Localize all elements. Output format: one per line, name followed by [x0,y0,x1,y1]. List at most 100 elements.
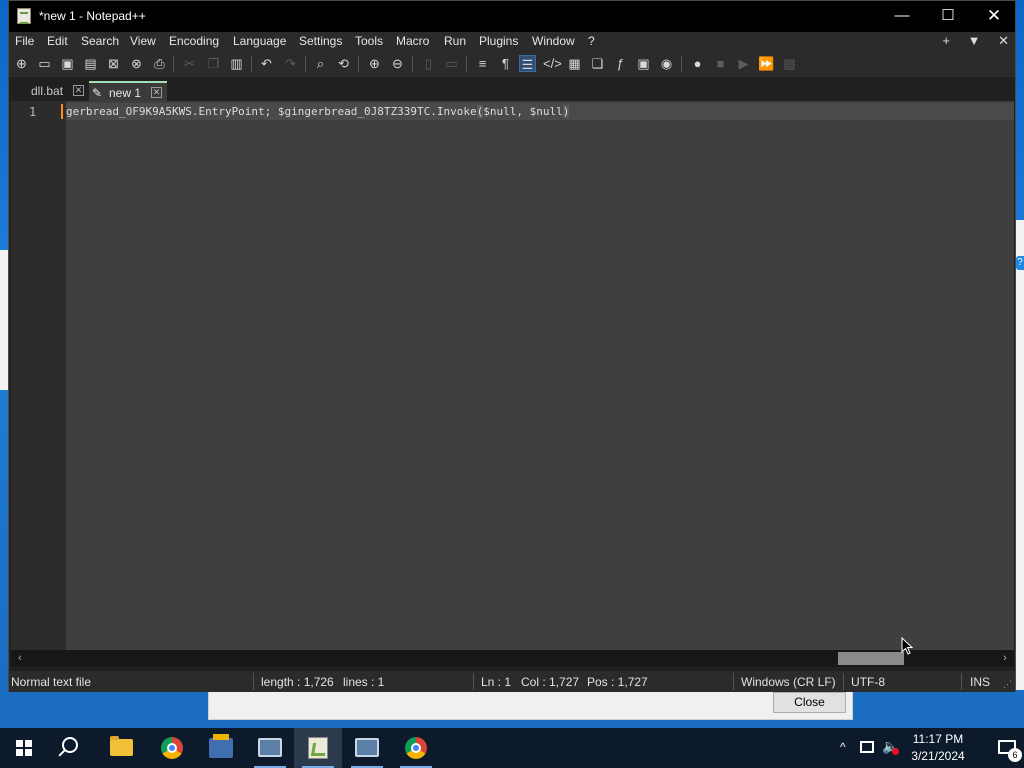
stop-recording-icon[interactable]: ■ [712,55,729,72]
maximize-button[interactable]: ☐ [925,1,971,32]
taskbar-remote-desktop-1[interactable] [246,728,294,768]
show-hidden-icons-chevron-icon[interactable]: ^ [840,740,846,754]
scroll-right-arrow-icon[interactable]: › [998,651,1012,665]
menu-tools[interactable]: Tools [355,34,383,48]
taskbar-remote-desktop-2[interactable] [343,728,391,768]
network-icon[interactable] [860,741,874,753]
tab-close-icon[interactable]: ✕ [151,87,162,98]
menu-view[interactable]: View [130,34,156,48]
document-list-icon[interactable]: ❏ [589,55,606,72]
horizontal-scrollbar[interactable]: ‹ › [11,650,1014,667]
add-tab-icon[interactable]: + [942,33,950,48]
tab-new-1[interactable]: ✎ new 1 ✕ [89,81,167,101]
status-encoding[interactable]: UTF-8 [851,675,885,689]
code-paren-close: ) [562,105,570,118]
menu-plugins[interactable]: Plugins [479,34,518,48]
run-macro-multiple-icon[interactable]: ⏩ [758,55,775,72]
menu-file[interactable]: File [15,34,34,48]
close-window-button[interactable]: ✕ [971,1,1017,32]
indent-guide-icon[interactable]: ☰ [519,55,536,72]
minimize-button[interactable]: — [879,1,925,32]
zoom-in-icon[interactable]: ⊕ [366,55,383,72]
status-separator [473,673,474,690]
replace-icon[interactable]: ⟲ [335,55,352,72]
sync-vertical-scroll-icon[interactable]: ▯ [420,55,437,72]
word-wrap-icon[interactable]: ≡ [474,55,491,72]
menu-encoding[interactable]: Encoding [169,34,219,48]
menu-window[interactable]: Window [532,34,575,48]
save-macro-icon[interactable]: ▨ [781,55,798,72]
clock-time[interactable]: 11:17 PM [906,732,970,746]
taskbar-chrome[interactable] [148,728,196,768]
clock-date[interactable]: 3/21/2024 [906,749,970,763]
installer-box-icon [209,734,233,758]
show-all-characters-icon[interactable]: ¶ [497,55,514,72]
status-column: Col : 1,727 [521,675,580,689]
menu-edit[interactable]: Edit [47,34,68,48]
notepadpp-window: *new 1 - Notepad++ — ☐ ✕ File Edit Searc… [8,0,1016,692]
copy-icon[interactable]: ❐ [205,55,222,72]
volume-muted-badge [892,748,899,755]
scrollbar-thumb[interactable] [838,652,904,665]
scroll-left-arrow-icon[interactable]: ‹ [13,651,27,665]
find-icon[interactable]: ⌕ [312,55,329,72]
folder-icon [110,736,133,756]
save-all-icon[interactable]: ▤ [82,55,99,72]
status-eol-format[interactable]: Windows (CR LF) [741,675,836,689]
caret-marker [61,104,63,119]
redo-icon[interactable]: ↷ [282,55,299,72]
code-text-before: gerbread_OF9K9A5KWS.EntryPoint; $gingerb… [66,105,477,118]
tab-bar: dll.bat ✕ ✎ new 1 ✕ [9,77,1015,101]
remote-desktop-icon [258,738,282,757]
menu-run[interactable]: Run [444,34,466,48]
title-bar[interactable]: *new 1 - Notepad++ — ☐ ✕ [9,1,1015,32]
taskbar-notepadpp[interactable] [294,728,342,768]
start-button[interactable] [0,728,48,768]
status-insert-mode[interactable]: INS [970,675,990,689]
code-line[interactable]: gerbread_OF9K9A5KWS.EntryPoint; $gingerb… [66,105,570,118]
folder-as-workspace-icon[interactable]: ▣ [635,55,652,72]
save-icon[interactable]: ▣ [59,55,76,72]
play-macro-icon[interactable]: ▶ [735,55,752,72]
paste-icon[interactable]: ▥ [228,55,245,72]
taskbar-app-box[interactable] [197,728,245,768]
menu-search[interactable]: Search [81,34,119,48]
notepadpp-app-icon[interactable] [17,8,31,24]
taskbar-chrome-2[interactable] [392,728,440,768]
menu-help[interactable]: ? [588,34,595,48]
taskbar-search-button[interactable] [48,728,96,768]
taskbar-file-explorer[interactable] [98,728,146,768]
record-macro-icon[interactable]: ● [689,55,706,72]
action-center-button[interactable]: 6 [990,728,1024,768]
tab-dll-bat[interactable]: dll.bat ✕ [19,81,87,101]
menu-settings[interactable]: Settings [299,34,342,48]
open-file-icon[interactable]: ▭ [36,55,53,72]
print-icon[interactable]: ⎙ [151,55,168,72]
menu-macro[interactable]: Macro [396,34,429,48]
tab-label: new 1 [109,86,142,100]
close-file-icon[interactable]: ⊠ [105,55,122,72]
user-defined-language-icon[interactable]: </> [543,55,562,72]
menu-language[interactable]: Language [233,34,286,48]
tab-close-icon[interactable]: ✕ [73,85,84,96]
text-editor[interactable]: 1 gerbread_OF9K9A5KWS.EntryPoint; $ginge… [11,101,1014,650]
undo-icon[interactable]: ↶ [258,55,275,72]
sync-horizontal-scroll-icon[interactable]: ▭ [443,55,460,72]
info-icon: ? [1016,256,1024,270]
close-all-icon[interactable]: ⊗ [128,55,145,72]
resize-grip-icon[interactable]: ⋰ [1003,679,1013,689]
new-file-icon[interactable]: ⊕ [13,55,30,72]
line-number-gutter: 1 [11,101,66,650]
tab-list-dropdown-icon[interactable]: ▼ [968,33,981,48]
zoom-out-icon[interactable]: ⊖ [389,55,406,72]
dialog-close-button[interactable]: Close [773,692,846,713]
status-position: Pos : 1,727 [587,675,648,689]
notepadpp-icon [308,737,328,759]
monitoring-icon[interactable]: ◉ [658,55,675,72]
function-list-icon[interactable]: ƒ [612,55,629,72]
cut-icon[interactable]: ✂ [181,55,198,72]
document-map-icon[interactable]: ▦ [566,55,583,72]
close-document-icon[interactable]: ✕ [998,33,1009,48]
status-length: length : 1,726 [261,675,334,689]
system-tray: ^ 🔈 11:17 PM 3/21/2024 6 [834,728,1024,768]
